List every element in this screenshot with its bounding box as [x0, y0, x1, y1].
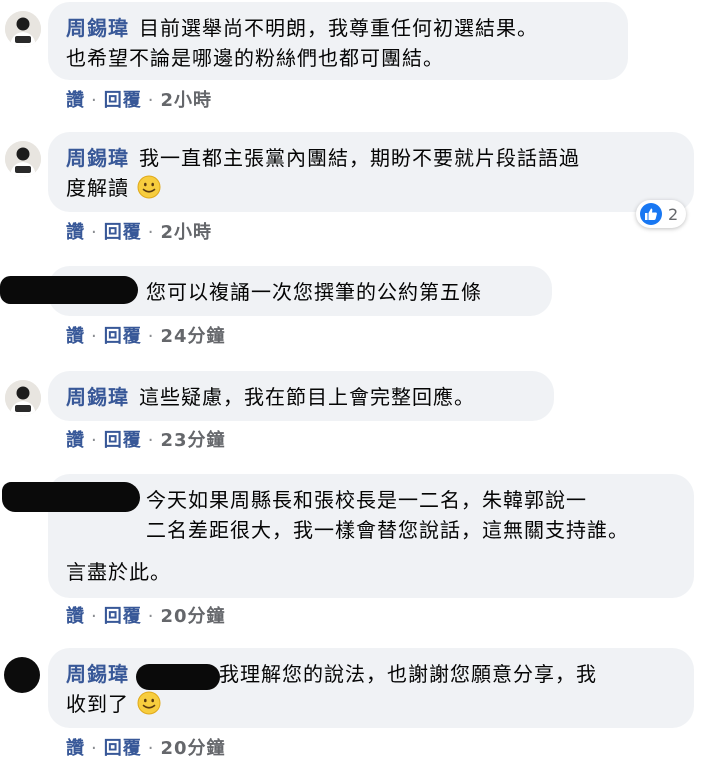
reaction-count: 2: [668, 204, 679, 224]
reply-link[interactable]: 回覆: [104, 90, 142, 111]
comment-actions: 讚 · 回覆 · 2小時: [66, 90, 212, 111]
reply-link[interactable]: 回覆: [104, 326, 142, 347]
comment-actions: 讚 · 回覆 · 20分鐘: [66, 606, 226, 627]
comment-author[interactable]: 周錫瑋: [66, 385, 129, 409]
profile-photo-icon: [5, 141, 41, 177]
comment-timestamp[interactable]: 24分鐘: [160, 326, 225, 347]
comment-text: 目前選舉尚不明朗，我尊重任何初選結果。 也希望不論是哪邊的粉絲們也都可團結。: [66, 16, 538, 70]
comment-timestamp[interactable]: 20分鐘: [160, 606, 225, 627]
comment-bubble: 周錫瑋 我一直都主張黨內團結，期盼不要就片段話語過 度解讀: [48, 132, 694, 212]
comment-actions: 讚 · 回覆 · 2小時: [66, 222, 212, 243]
slightly-smiling-face-icon: [137, 691, 161, 715]
reply-link[interactable]: 回覆: [104, 738, 142, 759]
like-link[interactable]: 讚: [66, 90, 85, 111]
avatar[interactable]: [5, 380, 41, 416]
comment-actions: 讚 · 回覆 · 24分鐘: [66, 326, 226, 347]
comment-text: 這些疑慮，我在節目上會完整回應。: [139, 385, 475, 409]
comment-bubble: 周錫瑋 這些疑慮，我在節目上會完整回應。: [48, 371, 554, 421]
comment-text: 今天如果周縣長和張校長是一二名，朱韓郭說一 二名差距很大，我一樣會替您說話，這無…: [146, 488, 629, 542]
redacted-avatar-and-name: [2, 482, 140, 512]
comment-bubble: 周錫瑋 目前選舉尚不明朗，我尊重任何初選結果。 也希望不論是哪邊的粉絲們也都可團結…: [48, 2, 628, 80]
like-link[interactable]: 讚: [66, 222, 85, 243]
profile-photo-icon: [5, 380, 41, 416]
comment-timestamp[interactable]: 2小時: [160, 90, 212, 111]
redacted-avatar-and-name: [0, 276, 138, 304]
comment-timestamp[interactable]: 20分鐘: [160, 738, 225, 759]
comment-author[interactable]: 周錫瑋: [66, 16, 129, 40]
redacted-name: [136, 664, 220, 690]
comment-author[interactable]: 周錫瑋: [66, 662, 129, 686]
thumbs-up-icon: [640, 203, 662, 225]
like-link[interactable]: 讚: [66, 738, 85, 759]
comment-text-paragraph: 言盡於此。: [66, 560, 171, 584]
reply-link[interactable]: 回覆: [104, 606, 142, 627]
comment-timestamp[interactable]: 23分鐘: [160, 430, 225, 451]
like-link[interactable]: 讚: [66, 606, 85, 627]
avatar[interactable]: [5, 11, 41, 47]
comment-text: 您可以複誦一次您撰筆的公約第五條: [146, 280, 482, 304]
comment-bubble: 今天如果周縣長和張校長是一二名，朱韓郭說一 二名差距很大，我一樣會替您說話，這無…: [48, 474, 694, 598]
reply-link[interactable]: 回覆: [104, 222, 142, 243]
comment-actions: 讚 · 回覆 · 23分鐘: [66, 430, 226, 451]
reply-link[interactable]: 回覆: [104, 430, 142, 451]
avatar[interactable]: [4, 657, 40, 693]
slightly-smiling-face-icon: [137, 175, 161, 199]
comment-author[interactable]: 周錫瑋: [66, 146, 129, 170]
avatar[interactable]: [5, 141, 41, 177]
like-link[interactable]: 讚: [66, 430, 85, 451]
like-link[interactable]: 讚: [66, 326, 85, 347]
profile-photo-icon: [5, 11, 41, 47]
reaction-badge[interactable]: 2: [636, 200, 687, 228]
comment-timestamp[interactable]: 2小時: [160, 222, 212, 243]
comment-actions: 讚 · 回覆 · 20分鐘: [66, 738, 226, 759]
